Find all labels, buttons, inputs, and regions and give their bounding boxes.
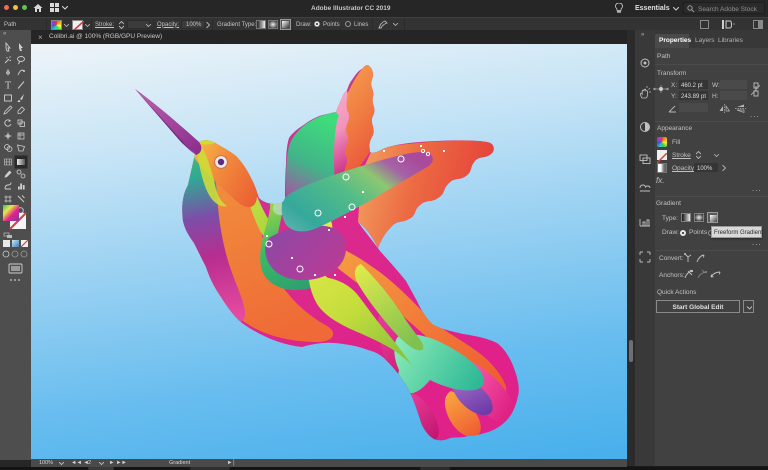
svg-text:T: T bbox=[5, 81, 11, 92]
